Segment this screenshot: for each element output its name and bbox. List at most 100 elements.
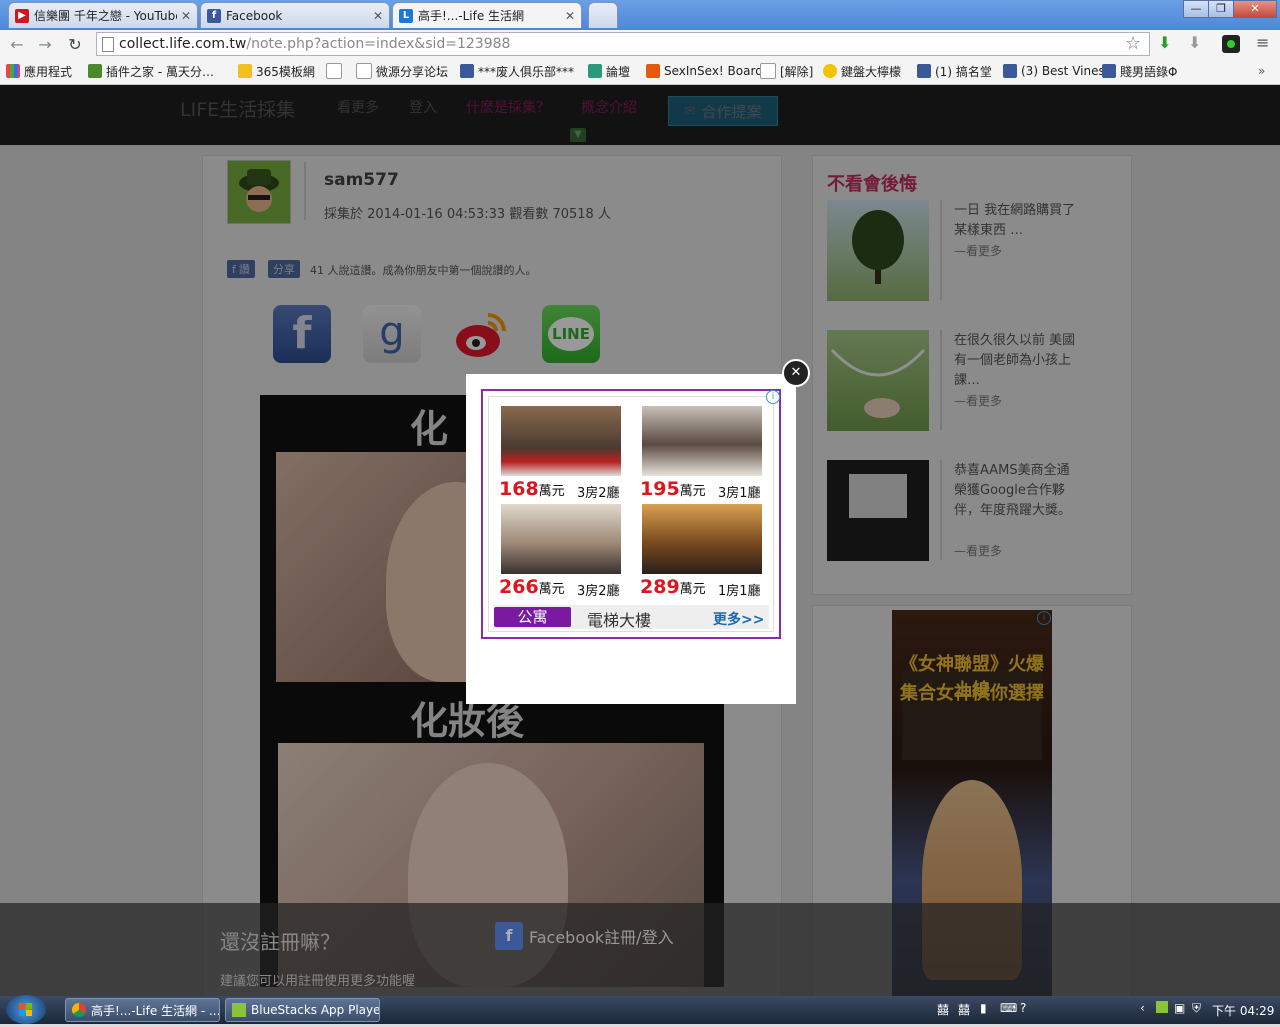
listing-photo[interactable] [501,504,621,574]
tab-apartment[interactable]: 公寓 [494,607,571,627]
bookmark-label: (1) 搞名堂 [935,64,992,79]
listing-photo[interactable] [501,406,621,476]
listing-price-row[interactable]: 195萬元 [640,478,706,500]
facebook-icon [1003,64,1017,78]
bookmark-item[interactable]: 微源分享论坛 [356,62,448,80]
tab-close-icon[interactable]: ✕ [565,9,575,23]
listing-unit: 萬元 [538,582,565,597]
bookmark-item[interactable]: [解除] [760,62,813,80]
facebook-icon: f [207,8,221,23]
ime-mode-icon[interactable]: 囍 [958,1001,970,1018]
bookmark-label: 賤男語錄Φ [1120,64,1178,79]
listing-unit: 萬元 [679,484,706,499]
facebook-icon [460,64,474,78]
tab-title: 高手!...-Life 生活網 [418,9,525,23]
ad-more-link[interactable]: 更多>> [713,609,764,629]
plugin-icon [88,64,102,78]
tab-close-icon[interactable]: ✕ [181,9,191,23]
close-window-button[interactable]: ✕ [1233,0,1277,18]
listing-rooms: 3房1廳 [718,486,761,501]
bookmark-item[interactable]: (3) Best Vines [1003,62,1105,80]
bookmark-item[interactable]: 鍵盤大檸檬 [823,62,901,80]
bookmark-star-icon[interactable]: ☆ [1125,33,1141,54]
bookmark-item[interactable]: SexInSex! Board [646,62,763,80]
back-icon[interactable]: ← [6,34,28,56]
listing-rooms: 3房2廳 [577,486,620,501]
listing-price-row[interactable]: 168萬元 [499,478,565,500]
download-extension-icon[interactable]: ⬇ [1158,33,1171,52]
bluestacks-tray-icon[interactable] [1156,1001,1168,1013]
forum-icon [588,64,602,78]
page-icon [760,63,776,79]
facebook-icon [917,64,931,78]
tab-life[interactable]: L 高手!...-Life 生活網 ✕ [392,2,582,28]
bookmark-label: (3) Best Vines [1021,64,1105,78]
tab-title: Facebook [226,8,283,23]
bookmark-item[interactable]: 插件之家 - 萬天分… [88,62,214,80]
reload-icon[interactable]: ↻ [64,34,86,56]
taskbar-bluestacks[interactable]: BlueStacks App Player ... [225,998,380,1022]
download-blocked-icon[interactable]: ⬇ [1188,33,1201,52]
bookmark-label: 365模板網 [256,64,315,79]
bookmark-item[interactable]: ***废人俱乐部*** [460,62,574,80]
listing-photo[interactable] [642,406,762,476]
tab-youtube[interactable]: ▶ 信樂團 千年之戀 - YouTube ✕ [8,2,198,28]
bookmark-label: 鍵盤大檸檬 [841,64,902,79]
minimize-button[interactable]: — [1183,0,1209,18]
ime-icon[interactable]: 囍 [937,1001,949,1018]
facebook-icon: f [495,922,523,950]
taskbar-item-label: BlueStacks App Player ... [251,1003,380,1017]
network-icon[interactable]: ▣ [1174,1001,1185,1015]
tray-expand-icon[interactable]: ‹ [1140,1001,1145,1015]
menu-icon[interactable]: ≡ [1256,33,1269,52]
bookmark-label: [解除] [780,64,814,79]
apps-grid-icon [6,64,20,78]
forward-icon[interactable]: → [34,34,56,56]
facebook-signup-label: Facebook註冊/登入 [529,928,674,947]
tab-facebook[interactable]: f Facebook ✕ [200,2,390,28]
listing-rooms: 3房2廳 [577,584,620,599]
modal-close-button[interactable]: ✕ [782,359,810,387]
listing-price: 266 [499,576,539,598]
board-icon [646,64,660,78]
start-button[interactable] [6,995,46,1024]
listing-unit: 萬元 [538,484,565,499]
extension-icon[interactable] [1222,35,1240,53]
bookmark-item[interactable] [326,62,346,80]
bookmark-label: SexInSex! Board [664,64,763,78]
clock[interactable]: 下午 04:29 [1212,1002,1274,1019]
facebook-signup-button[interactable]: f Facebook註冊/登入 [495,921,674,951]
listing-photo[interactable] [642,504,762,574]
listing-price-row[interactable]: 289萬元 [640,576,706,598]
help-icon[interactable]: ? [1020,1001,1026,1015]
page-icon [356,63,372,79]
youtube-icon: ▶ [15,8,29,23]
page-icon [326,63,342,79]
bookmark-item[interactable]: 賤男語錄Φ [1102,62,1177,80]
signup-title: 還沒註冊嘛？ [220,930,340,954]
bookmark-item[interactable]: 365模板網 [238,62,315,80]
listing-price-row[interactable]: 266萬元 [499,576,565,598]
tab-elevator-building[interactable]: 電梯大樓 [587,607,651,631]
address-bar[interactable]: collect.life.com.tw/note.php?action=inde… [96,32,1150,56]
new-tab-button[interactable] [588,2,618,28]
maximize-button[interactable]: ❐ [1208,0,1234,18]
bookmarks-overflow-icon[interactable]: » [1258,62,1265,80]
ad-info-icon[interactable]: i [766,390,780,404]
listing-rooms: 1房1廳 [718,584,761,599]
bookmark-item[interactable]: (1) 搞名堂 [917,62,992,80]
bookmark-item[interactable]: 論壇 [588,62,630,80]
listing-price: 289 [640,576,680,598]
bookmark-label: 論壇 [606,64,631,79]
taskbar-chrome[interactable]: 高手!...-Life 生活網 - ... [65,998,220,1022]
keyboard-icon[interactable]: ⌨ [1000,1001,1017,1015]
bluestacks-icon [232,1003,246,1017]
lemon-icon [823,64,837,78]
security-shield-icon[interactable]: ⛨ [1192,1001,1201,1016]
tab-title: 信樂團 千年之戀 - YouTube [34,9,177,23]
life-icon: L [399,8,413,23]
facebook-icon [1102,64,1116,78]
layout-icon[interactable]: ▮ [980,1001,987,1015]
bookmark-apps[interactable]: 應用程式 [6,62,72,80]
tab-close-icon[interactable]: ✕ [373,9,383,23]
